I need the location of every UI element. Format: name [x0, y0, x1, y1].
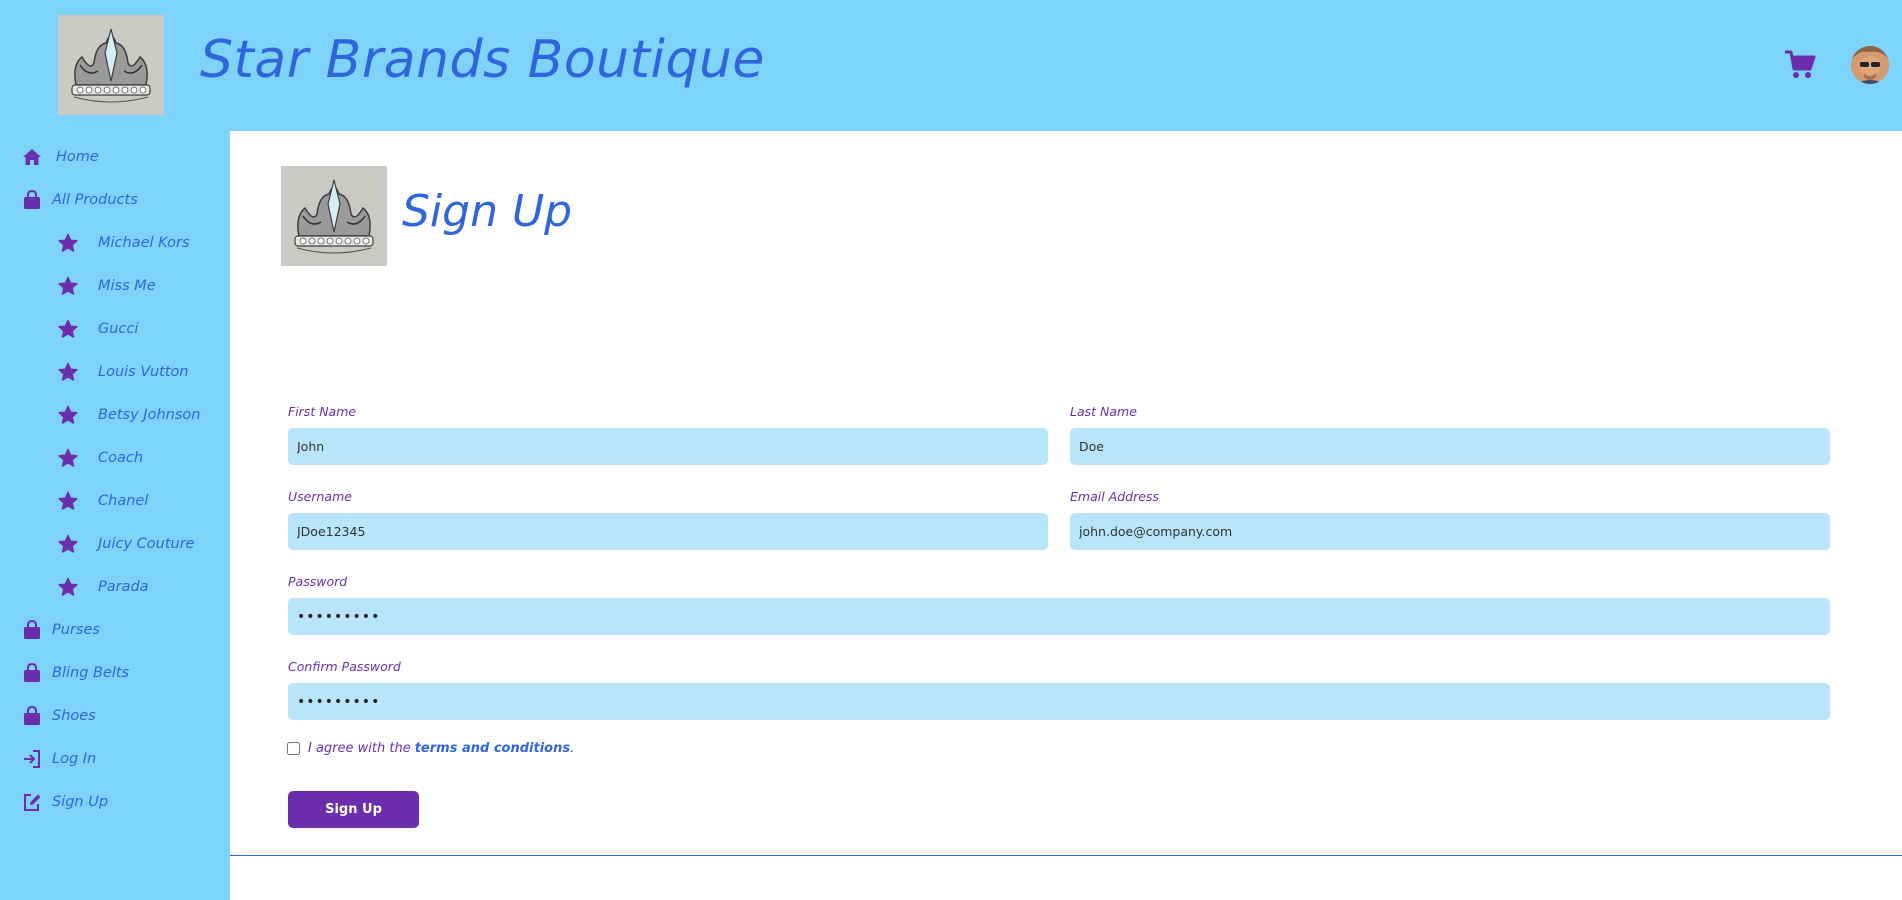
edit-icon	[22, 792, 42, 812]
sidebar-item-label: Michael Kors	[98, 235, 190, 251]
shopping-bag-icon	[22, 662, 42, 683]
last-name-label: Last Name	[1070, 404, 1137, 419]
sidebar-item-juicy-couture[interactable]: Juicy Couture	[58, 527, 195, 561]
sidebar-item-shoes[interactable]: Shoes	[22, 699, 96, 733]
sidebar-item-michael-kors[interactable]: Michael Kors	[58, 226, 190, 260]
sidebar-item-parada[interactable]: Parada	[58, 570, 149, 604]
page-title: Sign Up	[402, 186, 573, 237]
first-name-label: First Name	[288, 404, 357, 419]
sidebar-item-miss-me[interactable]: Miss Me	[58, 269, 156, 303]
star-icon	[58, 233, 78, 253]
shopping-bag-icon	[22, 705, 42, 726]
crown-icon	[58, 15, 164, 115]
confirm-password-field[interactable]	[288, 683, 1830, 720]
terms-agreement: I agree with the terms and conditions .	[287, 741, 574, 756]
sidebar-item-chanel[interactable]: Chanel	[58, 484, 148, 518]
sidebar-item-label: Parada	[98, 579, 149, 595]
cart-icon[interactable]	[1783, 49, 1817, 81]
site-title: Star Brands Boutique	[200, 30, 765, 90]
star-icon	[58, 405, 78, 425]
shopping-bag-icon	[22, 619, 42, 640]
sidebar-item-bling-belts[interactable]: Bling Belts	[22, 656, 129, 690]
password-label: Password	[288, 574, 348, 589]
email-label: Email Address	[1070, 489, 1159, 504]
crown-icon	[281, 166, 387, 266]
main-content: Sign Up First Name Last Name Username Em…	[230, 131, 1902, 900]
sidebar-item-label: Sign Up	[52, 794, 109, 810]
sidebar-item-label: Log In	[52, 751, 97, 767]
sidebar-item-label: Home	[56, 149, 99, 165]
username-field[interactable]	[288, 513, 1048, 550]
divider	[230, 855, 1902, 856]
sidebar-item-home[interactable]: Home	[22, 140, 99, 174]
sidebar-item-label: Juicy Couture	[98, 536, 195, 552]
agree-suffix: .	[570, 741, 575, 756]
star-icon	[58, 276, 78, 296]
sidebar-item-purses[interactable]: Purses	[22, 613, 100, 647]
terms-checkbox[interactable]	[287, 742, 300, 755]
terms-link[interactable]: terms and conditions	[415, 741, 570, 756]
site-header: Star Brands Boutique	[0, 0, 1902, 131]
email-field[interactable]	[1070, 513, 1830, 550]
sidebar-item-betsy-johnson[interactable]: Betsy Johnson	[58, 398, 200, 432]
sidebar-item-label: Shoes	[52, 708, 96, 724]
sidebar-item-label: All Products	[52, 192, 138, 208]
user-avatar[interactable]	[1851, 46, 1889, 84]
sidebar-item-label: Miss Me	[98, 278, 156, 294]
star-icon	[58, 362, 78, 382]
sidebar-item-label: Bling Belts	[52, 665, 130, 681]
sidebar-item-label: Coach	[98, 450, 144, 466]
sidebar-item-label: Betsy Johnson	[98, 407, 201, 423]
sidebar-item-louis-vutton[interactable]: Louis Vutton	[58, 355, 189, 389]
password-field[interactable]	[288, 598, 1830, 635]
sidebar-item-log-in[interactable]: Log In	[22, 742, 96, 776]
first-name-field[interactable]	[288, 428, 1048, 465]
last-name-field[interactable]	[1070, 428, 1830, 465]
home-icon	[22, 147, 42, 167]
crown-logo	[281, 166, 387, 266]
sidebar-item-label: Gucci	[98, 321, 139, 337]
sidebar-item-coach[interactable]: Coach	[58, 441, 143, 475]
sidebar-item-gucci[interactable]: Gucci	[58, 312, 138, 346]
sidebar-item-sign-up[interactable]: Sign Up	[22, 785, 108, 819]
sidebar-item-label: Purses	[52, 622, 100, 638]
shopping-bag-icon	[22, 189, 42, 210]
sidebar: Home All Products Michael Kors Miss Me G…	[0, 131, 230, 900]
star-icon	[58, 491, 78, 511]
crown-logo[interactable]	[58, 15, 164, 115]
confirm-password-label: Confirm Password	[288, 659, 401, 674]
username-label: Username	[288, 489, 352, 504]
sidebar-item-label: Chanel	[98, 493, 149, 509]
star-icon	[58, 577, 78, 597]
star-icon	[58, 319, 78, 339]
star-icon	[58, 534, 78, 554]
star-icon	[58, 448, 78, 468]
sidebar-item-label: Louis Vutton	[98, 364, 189, 380]
sign-up-button[interactable]: Sign Up	[288, 791, 419, 828]
login-icon	[22, 749, 42, 769]
sidebar-item-all-products[interactable]: All Products	[22, 183, 138, 217]
agree-prefix: I agree with the	[308, 741, 411, 756]
